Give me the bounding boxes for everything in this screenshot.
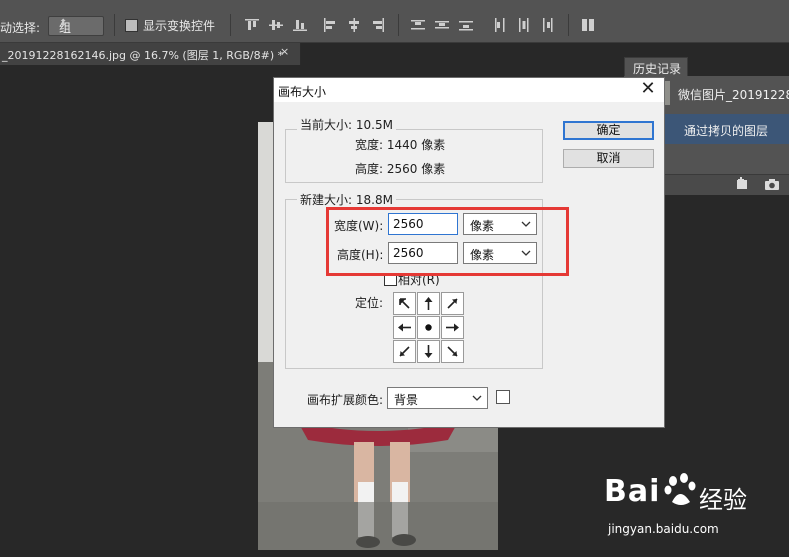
extension-color-dropdown[interactable]: 背景 bbox=[387, 387, 488, 409]
baidu-watermark: Bai 经验 jingyan.baidu.com bbox=[604, 462, 789, 557]
close-tab-icon[interactable]: × bbox=[280, 45, 289, 58]
anchor-center[interactable] bbox=[417, 316, 440, 339]
updown-icon: ⬍ bbox=[59, 18, 68, 29]
toolbar-separator bbox=[114, 14, 115, 36]
auto-select-label: 动选择: bbox=[0, 21, 41, 35]
auto-select-dropdown[interactable]: 组 ⬍ bbox=[48, 16, 104, 36]
new-size-label: 新建大小: 18.8M bbox=[297, 191, 396, 208]
watermark-brand-jingyan: 经验 bbox=[699, 486, 747, 514]
auto-align-icon[interactable] bbox=[580, 17, 596, 33]
align-top-icon[interactable] bbox=[244, 17, 260, 33]
distribute-vcenter-icon[interactable] bbox=[434, 17, 450, 33]
arrow-down-left-icon bbox=[399, 346, 410, 357]
watermark-url: jingyan.baidu.com bbox=[608, 522, 719, 536]
dialog-titlebar: 画布大小 ✕ bbox=[274, 78, 664, 102]
anchor-bottom[interactable] bbox=[417, 340, 440, 363]
align-right-icon[interactable] bbox=[370, 17, 386, 33]
arrow-left-icon bbox=[398, 323, 411, 332]
distribute-left-icon[interactable] bbox=[492, 17, 508, 33]
new-document-icon[interactable] bbox=[734, 177, 750, 191]
history-panel-tab[interactable]: 历史记录 bbox=[624, 57, 688, 78]
distribute-right-icon[interactable] bbox=[540, 17, 556, 33]
arrow-up-icon bbox=[424, 297, 433, 310]
anchor-label: 定位: bbox=[355, 296, 384, 310]
arrow-down-icon bbox=[424, 345, 433, 358]
anchor-right[interactable] bbox=[441, 316, 464, 339]
current-size-label: 当前大小: 10.5M bbox=[297, 116, 396, 133]
align-left-icon[interactable] bbox=[322, 17, 338, 33]
anchor-bottom-left[interactable] bbox=[393, 340, 416, 363]
align-vcenter-icon[interactable] bbox=[268, 17, 284, 33]
history-item-label: 微信图片_2019122816 bbox=[678, 88, 789, 102]
anchor-top-left[interactable] bbox=[393, 292, 416, 315]
current-height-text: 高度: 2560 像素 bbox=[355, 162, 446, 176]
close-icon[interactable]: ✕ bbox=[638, 79, 658, 99]
arrow-up-right-icon bbox=[447, 298, 458, 309]
arrow-up-left-icon bbox=[399, 298, 410, 309]
anchor-dot-icon bbox=[425, 324, 432, 331]
anchor-grid bbox=[393, 292, 465, 364]
document-tab-title: _20191228162146.jpg @ 16.7% (图层 1, RGB/8… bbox=[2, 49, 284, 62]
anchor-bottom-right[interactable] bbox=[441, 340, 464, 363]
extension-color-label: 画布扩展颜色: bbox=[307, 393, 384, 407]
paw-logo-icon bbox=[664, 473, 696, 505]
anchor-top[interactable] bbox=[417, 292, 440, 315]
history-tab-label: 历史记录 bbox=[633, 62, 682, 76]
toolbar-separator bbox=[568, 14, 569, 36]
toolbar-separator bbox=[398, 14, 399, 36]
arrow-down-right-icon bbox=[447, 346, 458, 357]
cancel-button[interactable]: 取消 bbox=[563, 149, 654, 168]
distribute-bottom-icon[interactable] bbox=[458, 17, 474, 33]
extension-color-value: 背景 bbox=[394, 393, 419, 407]
highlight-annotation bbox=[326, 207, 569, 276]
show-transform-label: 显示变换控件 bbox=[143, 19, 216, 33]
ok-button[interactable]: 确定 bbox=[563, 121, 654, 140]
document-tab[interactable]: _20191228162146.jpg @ 16.7% (图层 1, RGB/8… bbox=[0, 43, 301, 65]
toolbar-separator bbox=[230, 14, 231, 36]
align-bottom-icon[interactable] bbox=[292, 17, 308, 33]
current-width-text: 宽度: 1440 像素 bbox=[355, 138, 446, 152]
history-item-label: 通过拷贝的图层 bbox=[684, 124, 769, 138]
distribute-top-icon[interactable] bbox=[410, 17, 426, 33]
arrow-right-icon bbox=[446, 323, 459, 332]
distribute-hcenter-icon[interactable] bbox=[516, 17, 532, 33]
extension-color-swatch[interactable] bbox=[496, 390, 510, 404]
show-transform-checkbox[interactable] bbox=[125, 19, 138, 32]
history-step-icon bbox=[664, 123, 674, 133]
anchor-top-right[interactable] bbox=[441, 292, 464, 315]
options-bar: 动选择: 组 ⬍ 显示变换控件 bbox=[0, 0, 789, 43]
align-hcenter-icon[interactable] bbox=[346, 17, 362, 33]
camera-icon[interactable] bbox=[764, 177, 780, 191]
chevron-down-icon bbox=[472, 395, 482, 401]
dialog-title: 画布大小 bbox=[278, 85, 327, 99]
watermark-brand: Bai bbox=[604, 474, 661, 509]
anchor-left[interactable] bbox=[393, 316, 416, 339]
